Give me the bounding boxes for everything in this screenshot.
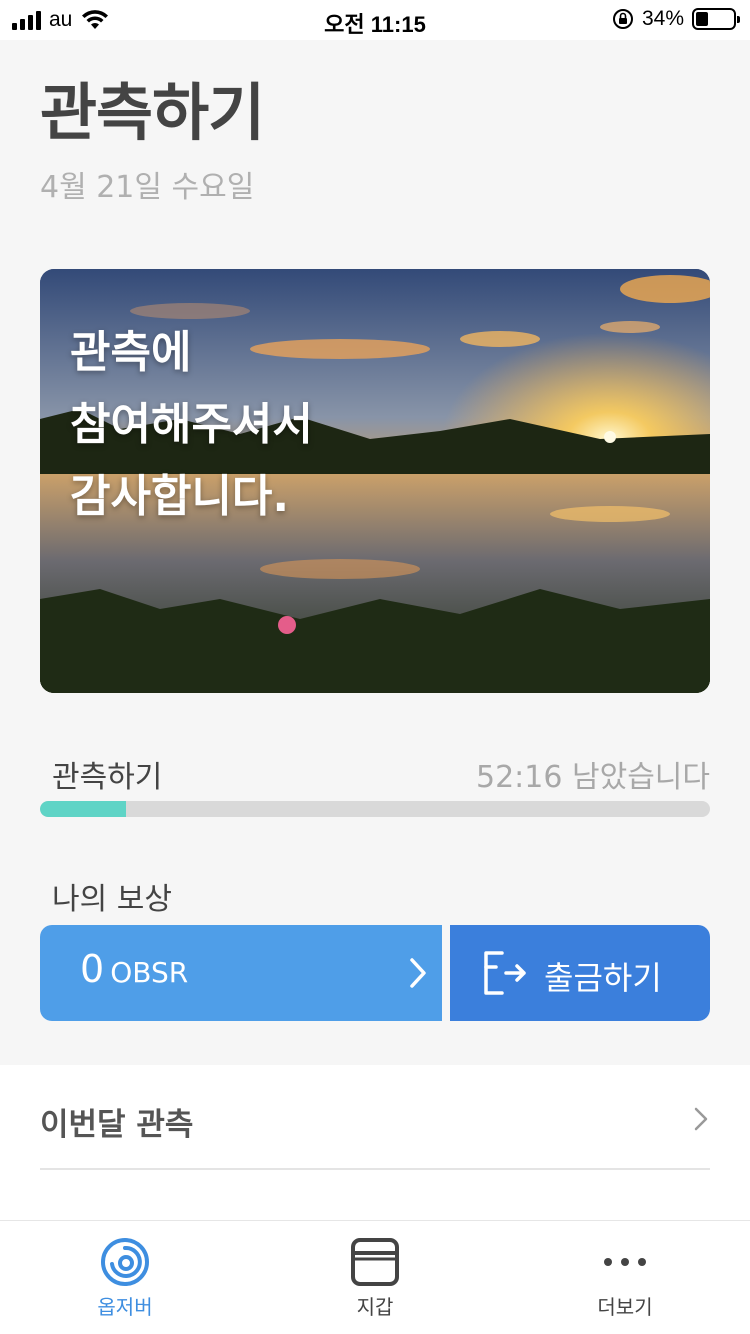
monthly-title: 이번달 관측	[40, 1107, 194, 1143]
page-title: 관측하기	[40, 76, 265, 149]
reward-amount-row: 0 OBSR	[80, 947, 188, 991]
observation-remaining: 52:16 남았습니다	[476, 760, 710, 795]
battery-percent: 34%	[641, 7, 684, 30]
reward-amount: 0	[80, 947, 105, 991]
tab-observer[interactable]: 옵저버	[0, 1221, 250, 1334]
tab-label: 더보기	[597, 1295, 653, 1319]
chevron-right-icon	[694, 1107, 708, 1131]
monthly-observation-row[interactable]: 이번달 관측	[0, 1065, 750, 1225]
reward-balance-button[interactable]: 0 OBSR	[40, 925, 442, 1021]
tab-wallet[interactable]: 지갑	[250, 1221, 500, 1334]
chevron-right-icon	[410, 958, 426, 988]
wallet-icon	[351, 1238, 399, 1286]
hero-banner: 관측에 참여해주셔서 감사합니다.	[40, 269, 710, 693]
observation-progress-fill	[40, 801, 126, 817]
withdraw-button[interactable]: 출금하기	[450, 925, 710, 1021]
withdraw-label: 출금하기	[544, 959, 662, 997]
observation-label: 관측하기	[52, 760, 163, 795]
hero-message: 관측에 참여해주셔서 감사합니다.	[70, 327, 313, 522]
rewards-label: 나의 보상	[52, 882, 172, 917]
reward-unit: OBSR	[110, 956, 189, 989]
battery-icon	[692, 8, 740, 30]
status-right: 34%	[612, 7, 740, 31]
observation-progress-bar	[40, 801, 710, 817]
orientation-lock-icon	[612, 9, 633, 29]
tab-label: 지갑	[356, 1295, 394, 1319]
status-bar: au 오전 11:15 34%	[0, 0, 750, 40]
tab-bar: 옵저버 지갑 더보기	[0, 1220, 750, 1334]
page-date: 4월 21일 수요일	[40, 170, 255, 205]
withdraw-icon	[484, 951, 526, 995]
more-dots-icon	[604, 1258, 646, 1266]
divider	[40, 1168, 710, 1170]
tab-more[interactable]: 더보기	[500, 1221, 750, 1334]
tab-label: 옵저버	[97, 1295, 153, 1319]
observer-logo-icon	[101, 1238, 149, 1286]
